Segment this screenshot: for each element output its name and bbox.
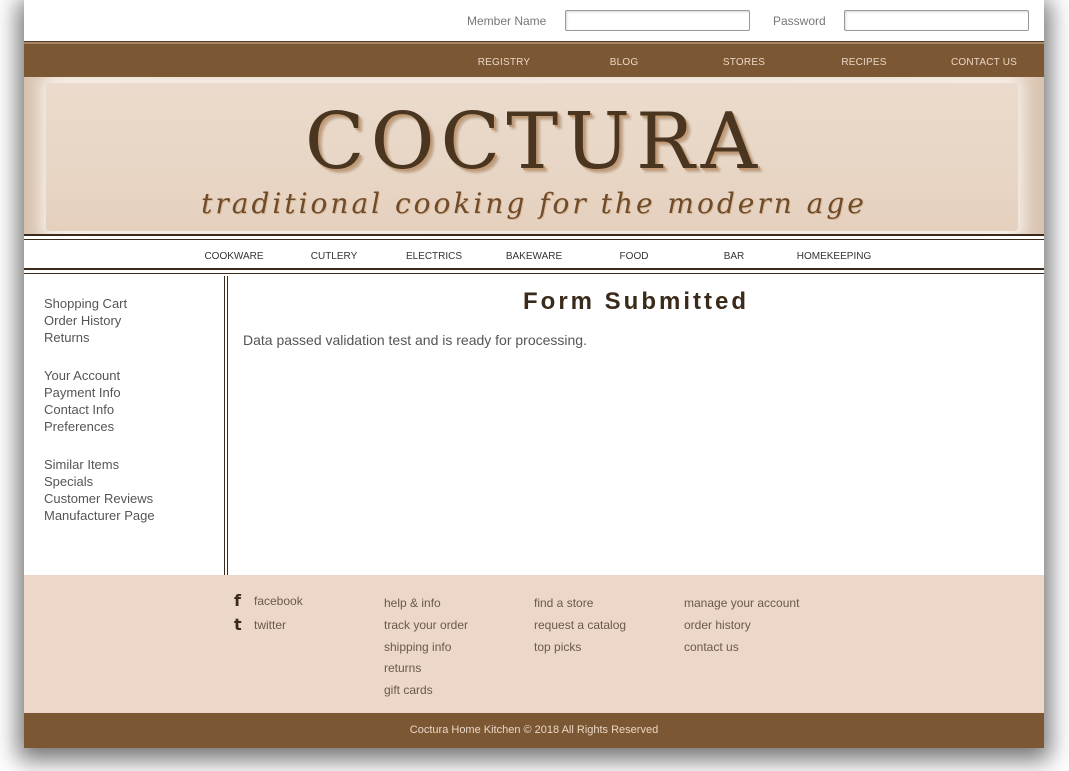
- category-bakeware-link[interactable]: BAKEWARE: [506, 251, 562, 262]
- footer-link-request-catalog[interactable]: request a catalog: [534, 615, 626, 637]
- nav-stores-link[interactable]: STORES: [723, 57, 765, 68]
- category-food-link[interactable]: FOOD: [620, 251, 649, 262]
- brand-tagline: traditional cooking for the modern age: [201, 187, 867, 220]
- login-bar: Member Name Password: [24, 0, 1044, 41]
- category-cutlery-link[interactable]: CUTLERY: [311, 251, 358, 262]
- sidebar-item-specials[interactable]: Specials: [44, 473, 155, 490]
- category-nav-divider: [24, 273, 1044, 274]
- footer-link-manage-account[interactable]: manage your account: [684, 593, 799, 615]
- sidebar-divider: [224, 276, 228, 575]
- facebook-link[interactable]: facebook: [254, 594, 303, 608]
- category-cookware-link[interactable]: COOKWARE: [204, 251, 263, 262]
- copyright-text: Coctura Home Kitchen © 2018 All Rights R…: [409, 724, 659, 736]
- category-bar-link[interactable]: BAR: [724, 251, 745, 262]
- header-banner: COCTURA traditional cooking for the mode…: [24, 77, 1044, 236]
- footer-link-order-history[interactable]: order history: [684, 615, 799, 637]
- member-name-input[interactable]: [565, 10, 750, 31]
- sidebar-item-order-history[interactable]: Order History: [44, 312, 127, 329]
- sidebar-item-customer-reviews[interactable]: Customer Reviews: [44, 490, 155, 507]
- sidebar-item-payment-info[interactable]: Payment Info: [44, 384, 121, 401]
- twitter-icon: t: [234, 615, 242, 634]
- facebook-icon: f: [234, 591, 241, 610]
- footer-link-contact-us[interactable]: contact us: [684, 637, 799, 659]
- page-title: Form Submitted: [523, 288, 749, 315]
- footer-col-help: help & info track your order shipping in…: [384, 593, 468, 702]
- social-links: f facebook t twitter: [234, 589, 303, 637]
- sidebar-item-your-account[interactable]: Your Account: [44, 367, 121, 384]
- social-facebook[interactable]: f facebook: [234, 589, 303, 613]
- sidebar-item-manufacturer-page[interactable]: Manufacturer Page: [44, 507, 155, 524]
- sidebar-group-products: Similar Items Specials Customer Reviews …: [44, 456, 155, 524]
- footer: f facebook t twitter help & info track y…: [24, 575, 1044, 713]
- sidebar-group-orders: Shopping Cart Order History Returns: [44, 295, 127, 346]
- category-nav: COOKWARE CUTLERY ELECTRICS BAKEWARE FOOD…: [24, 240, 1044, 270]
- brand-logo[interactable]: COCTURA: [24, 103, 1044, 181]
- footer-link-returns[interactable]: returns: [384, 658, 468, 680]
- nav-blog-link[interactable]: BLOG: [610, 57, 639, 68]
- sidebar: Shopping Cart Order History Returns Your…: [24, 276, 224, 575]
- sidebar-item-contact-info[interactable]: Contact Info: [44, 401, 121, 418]
- password-input[interactable]: [844, 10, 1029, 31]
- password-label: Password: [773, 14, 826, 28]
- footer-col-account: manage your account order history contac…: [684, 593, 799, 658]
- nav-registry-link[interactable]: REGISTRY: [478, 57, 531, 68]
- page: Member Name Password REGISTRY BLOG STORE…: [24, 0, 1044, 748]
- sidebar-item-similar-items[interactable]: Similar Items: [44, 456, 155, 473]
- sidebar-item-preferences[interactable]: Preferences: [44, 418, 121, 435]
- footer-link-find-store[interactable]: find a store: [534, 593, 626, 615]
- sidebar-item-returns[interactable]: Returns: [44, 329, 127, 346]
- footer-link-top-picks[interactable]: top picks: [534, 637, 626, 659]
- social-twitter[interactable]: t twitter: [234, 613, 303, 637]
- nav-contact-us-link[interactable]: CONTACT US: [951, 57, 1017, 68]
- copyright-bar: Coctura Home Kitchen © 2018 All Rights R…: [24, 713, 1044, 748]
- footer-col-stores: find a store request a catalog top picks: [534, 593, 626, 658]
- footer-link-shipping-info[interactable]: shipping info: [384, 637, 468, 659]
- member-name-label: Member Name: [467, 14, 547, 28]
- footer-link-track-order[interactable]: track your order: [384, 615, 468, 637]
- top-nav: REGISTRY BLOG STORES RECIPES CONTACT US: [24, 41, 1044, 77]
- category-electrics-link[interactable]: ELECTRICS: [406, 251, 462, 262]
- footer-link-gift-cards[interactable]: gift cards: [384, 680, 468, 702]
- category-homekeeping-link[interactable]: HOMEKEEPING: [797, 251, 871, 262]
- sidebar-item-shopping-cart[interactable]: Shopping Cart: [44, 295, 127, 312]
- status-message: Data passed validation test and is ready…: [243, 332, 587, 348]
- twitter-link[interactable]: twitter: [254, 618, 286, 632]
- sidebar-group-account: Your Account Payment Info Contact Info P…: [44, 367, 121, 435]
- nav-recipes-link[interactable]: RECIPES: [841, 57, 886, 68]
- footer-link-help-info[interactable]: help & info: [384, 593, 468, 615]
